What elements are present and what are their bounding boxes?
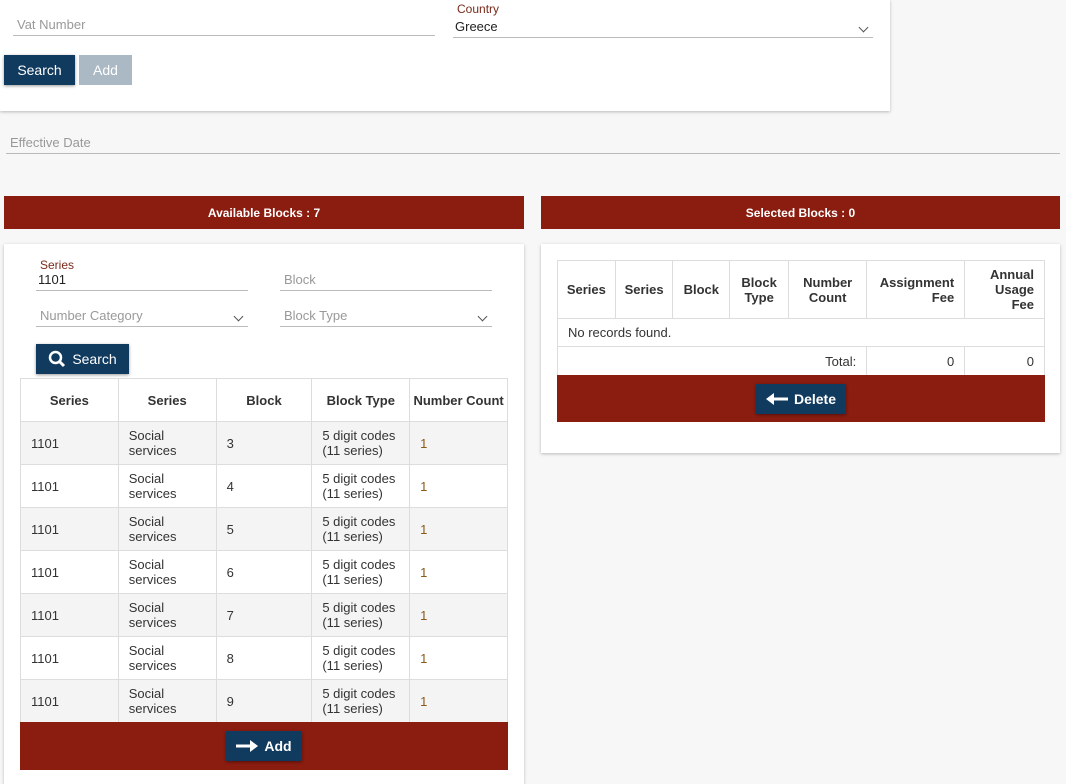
- effective-date-input[interactable]: Effective Date: [6, 130, 1060, 154]
- series-label: Series: [40, 258, 75, 272]
- block-type-cell: 5 digit codes (11 series): [311, 550, 411, 594]
- number-count-cell: 1: [409, 550, 508, 594]
- block-cell: 3: [215, 421, 313, 465]
- search-label: Search: [72, 351, 117, 367]
- chevron-down-icon: [477, 311, 488, 322]
- block-type-select[interactable]: Block Type: [280, 302, 492, 327]
- available-blocks-title: Available Blocks : 7: [207, 205, 321, 220]
- series-code-cell: 1101: [20, 507, 119, 551]
- col-header[interactable]: Number Count: [409, 378, 508, 422]
- table-row[interactable]: 1101 Social services 3 5 digit codes (11 se…: [20, 421, 508, 465]
- series-code-cell: 1101: [20, 421, 119, 465]
- block-type-cell: 5 digit codes (11 series): [311, 593, 411, 637]
- add-bar: Add: [20, 722, 508, 770]
- total-label: Total:: [556, 346, 868, 376]
- number-count-cell: 1: [409, 593, 508, 637]
- number-count-cell: 1: [409, 421, 508, 465]
- series-input[interactable]: Series 1101: [36, 256, 248, 291]
- block-cell: 8: [215, 636, 313, 680]
- col-header[interactable]: Series: [557, 260, 616, 319]
- number-count-cell: 1: [409, 464, 508, 508]
- arrow-right-icon: [236, 740, 259, 752]
- series-name-cell: Social services: [117, 421, 217, 465]
- arrow-left-icon: [765, 392, 788, 405]
- col-header[interactable]: Annual Usage Fee: [964, 260, 1045, 319]
- col-header[interactable]: Block: [215, 378, 313, 422]
- series-name-cell: Social services: [117, 550, 217, 594]
- selected-blocks-header: Selected Blocks : 0: [541, 196, 1060, 229]
- vat-number-input[interactable]: Vat Number: [13, 10, 435, 36]
- block-cell: 6: [215, 550, 313, 594]
- add-label: Add: [93, 62, 118, 78]
- block-type-placeholder: Block Type: [284, 308, 348, 323]
- chevron-down-icon: [233, 311, 244, 322]
- number-category-placeholder: Number Category: [40, 308, 143, 323]
- col-header[interactable]: Series: [20, 378, 119, 422]
- col-header[interactable]: Assignment Fee: [866, 260, 966, 319]
- col-header[interactable]: Number Count: [788, 260, 868, 319]
- col-header[interactable]: Block Type: [311, 378, 411, 422]
- block-cell: 4: [215, 464, 313, 508]
- total-assignment-fee: 0: [866, 346, 966, 376]
- table-row[interactable]: 1101 Social services 5 5 digit codes (11 se…: [20, 507, 508, 551]
- series-value: 1101: [38, 272, 66, 287]
- effective-date-placeholder: Effective Date: [10, 135, 91, 150]
- number-count-cell: 1: [409, 679, 508, 723]
- delete-blocks-button[interactable]: Delete: [756, 383, 846, 414]
- vat-search-card: Vat Number Country Greece Search Add: [0, 0, 890, 111]
- block-cell: 9: [215, 679, 313, 723]
- series-code-cell: 1101: [20, 550, 119, 594]
- empty-message: No records found.: [557, 318, 1045, 347]
- series-code-cell: 1101: [20, 679, 119, 723]
- col-header[interactable]: Series: [117, 378, 217, 422]
- table-row[interactable]: 1101 Social services 6 5 digit codes (11 se…: [20, 550, 508, 594]
- table-row[interactable]: 1101 Social services 9 5 digit codes (11 se…: [20, 679, 508, 723]
- country-label: Country: [457, 2, 500, 16]
- block-input[interactable]: Block: [280, 264, 492, 291]
- chevron-down-icon: [858, 22, 869, 33]
- country-select[interactable]: Country Greece: [453, 0, 873, 38]
- table-row[interactable]: 1101 Social services 7 5 digit codes (11 se…: [20, 593, 508, 637]
- blocks-search-button[interactable]: Search: [36, 344, 129, 374]
- series-code-cell: 1101: [20, 593, 119, 637]
- series-name-cell: Social services: [117, 464, 217, 508]
- search-label: Search: [17, 62, 62, 78]
- block-cell: 7: [215, 593, 313, 637]
- block-type-cell: 5 digit codes (11 series): [311, 507, 411, 551]
- series-name-cell: Social services: [117, 507, 217, 551]
- block-type-cell: 5 digit codes (11 series): [311, 636, 411, 680]
- available-blocks-header: Available Blocks : 7: [4, 196, 524, 229]
- series-code-cell: 1101: [20, 636, 119, 680]
- selected-blocks-title: Selected Blocks : 0: [745, 205, 856, 220]
- add-button[interactable]: Add: [79, 55, 132, 85]
- col-header[interactable]: Block: [672, 260, 731, 319]
- col-header[interactable]: Block Type: [729, 260, 790, 319]
- number-count-cell: 1: [409, 636, 508, 680]
- delete-bar: Delete: [557, 375, 1045, 422]
- total-annual-usage-fee: 0: [964, 346, 1045, 376]
- series-name-cell: Social services: [117, 679, 217, 723]
- add-label: Add: [264, 738, 292, 754]
- selected-blocks-table: Series Series Block Block Type Number Co…: [556, 260, 1045, 376]
- available-blocks-table: Series Series Block Block Type Number Co…: [20, 378, 508, 723]
- delete-label: Delete: [793, 390, 837, 407]
- add-blocks-button[interactable]: Add: [226, 731, 302, 761]
- block-cell: 5: [215, 507, 313, 551]
- col-header[interactable]: Series: [614, 260, 674, 319]
- number-category-select[interactable]: Number Category: [36, 302, 248, 327]
- series-name-cell: Social services: [117, 636, 217, 680]
- series-name-cell: Social services: [117, 593, 217, 637]
- block-type-cell: 5 digit codes (11 series): [311, 464, 411, 508]
- table-row[interactable]: 1101 Social services 8 5 digit codes (11 se…: [20, 636, 508, 680]
- search-button[interactable]: Search: [4, 55, 75, 85]
- block-type-cell: 5 digit codes (11 series): [311, 679, 411, 723]
- block-placeholder: Block: [284, 272, 316, 287]
- number-count-cell: 1: [409, 507, 508, 551]
- table-row[interactable]: 1101 Social services 4 5 digit codes (11 se…: [20, 464, 508, 508]
- search-icon: [49, 350, 66, 368]
- series-code-cell: 1101: [20, 464, 119, 508]
- block-type-cell: 5 digit codes (11 series): [311, 421, 411, 465]
- vat-number-placeholder: Vat Number: [17, 17, 86, 32]
- country-value: Greece: [455, 19, 498, 34]
